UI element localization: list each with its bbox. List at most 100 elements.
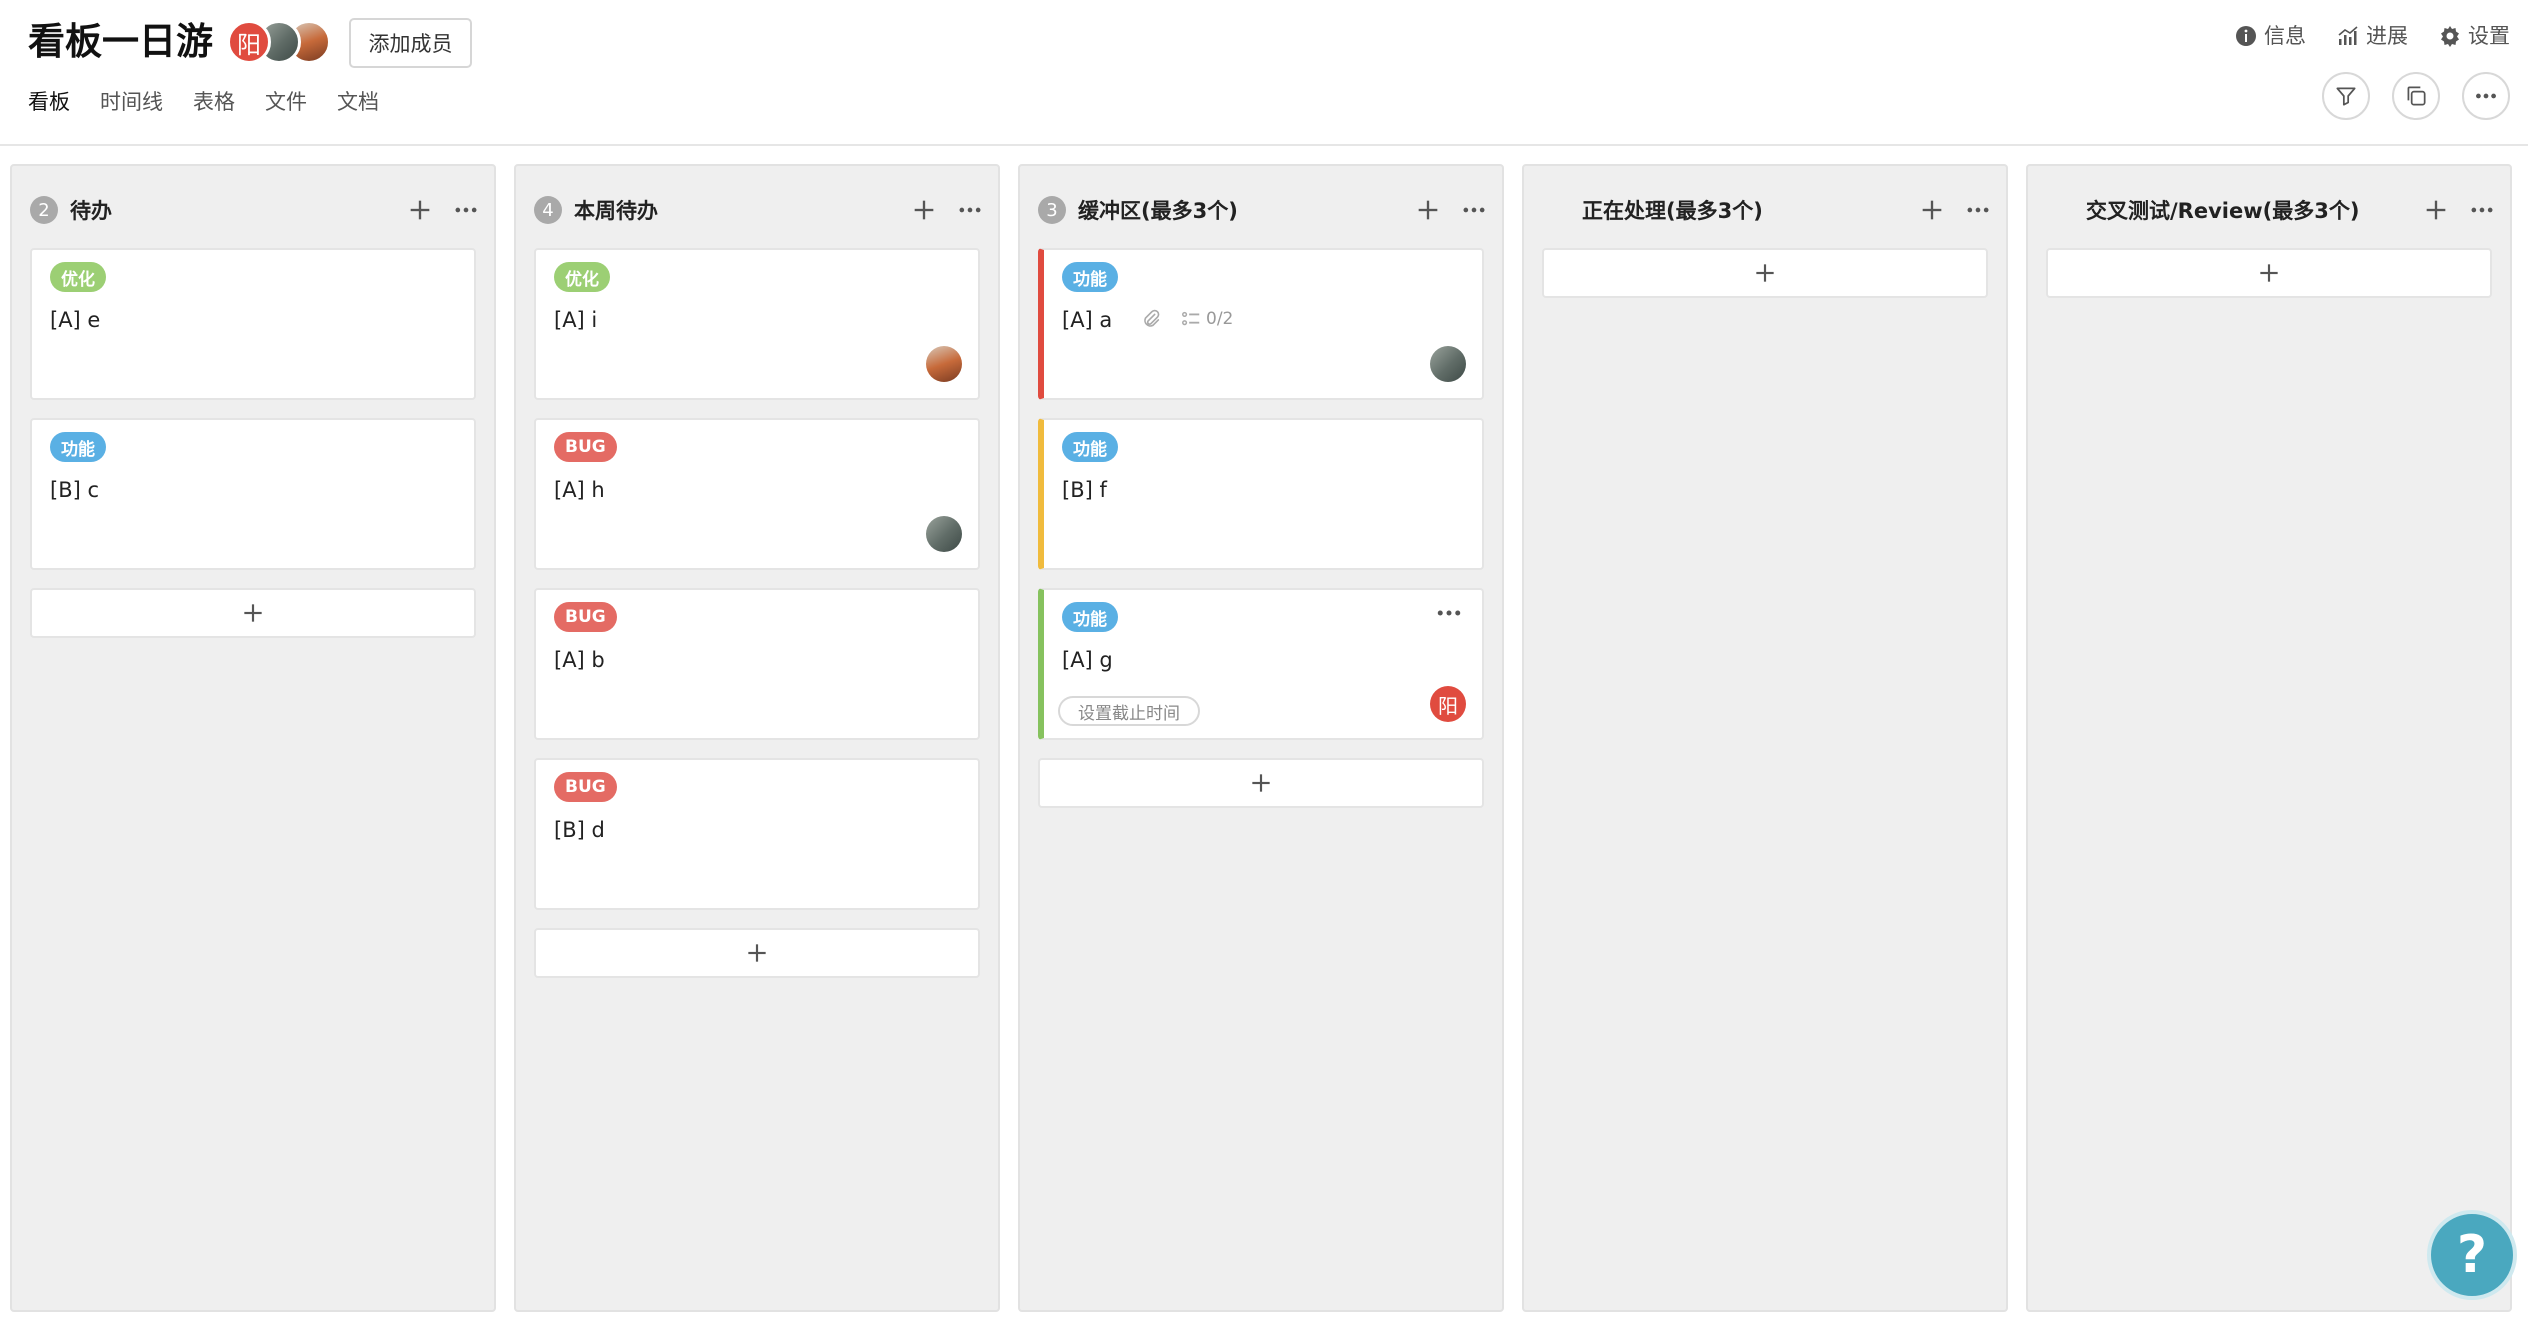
- avatar[interactable]: [926, 346, 962, 382]
- column-header: 4 本周待办: [534, 192, 984, 228]
- settings-link[interactable]: 设置: [2438, 20, 2510, 52]
- kanban-board: 2 待办 优化 [A] e 功能 [B] c 4 本周待办 优化 [A] i B…: [10, 164, 2518, 1312]
- tab-files[interactable]: 文件: [265, 86, 307, 118]
- more-icon[interactable]: [1434, 598, 1464, 628]
- add-card-button[interactable]: [30, 588, 476, 638]
- column-count-badge: 4: [534, 196, 562, 224]
- add-member-button[interactable]: 添加成员: [349, 18, 472, 68]
- set-due-date-button[interactable]: 设置截止时间: [1058, 696, 1200, 726]
- info-label: 信息: [2264, 24, 2306, 48]
- progress-label: 进展: [2366, 24, 2408, 48]
- avatar[interactable]: [926, 516, 962, 552]
- task-card[interactable]: 功能 [A] a 0/2: [1038, 248, 1484, 400]
- plus-icon: [244, 604, 262, 622]
- column-actions: [1414, 196, 1488, 224]
- column-actions: [1918, 196, 1992, 224]
- more-icon[interactable]: [956, 196, 984, 224]
- paperclip-icon: [1144, 309, 1160, 327]
- help-button[interactable]: ?: [2427, 1210, 2517, 1300]
- add-card-button[interactable]: [1542, 248, 1988, 298]
- card-title: [A] g: [1062, 648, 1113, 672]
- column-count-badge: 3: [1038, 196, 1066, 224]
- column-in-progress: 正在处理(最多3个): [1522, 164, 2008, 1312]
- task-card[interactable]: 功能 [A] g 设置截止时间 阳: [1038, 588, 1484, 740]
- card-title: [A] a: [1062, 308, 1113, 332]
- view-tabs: 看板 时间线 表格 文件 文档: [28, 86, 379, 118]
- board-header: 看板一日游 阳 添加成员 看板 时间线 表格 文件 文档 信息 进展 设置: [0, 0, 2528, 146]
- plus-icon[interactable]: [406, 196, 434, 224]
- task-card[interactable]: 功能 [B] c: [30, 418, 476, 570]
- column-actions: [2422, 196, 2496, 224]
- column-todo: 2 待办 优化 [A] e 功能 [B] c: [10, 164, 496, 1312]
- column-this-week: 4 本周待办 优化 [A] i BUG [A] h BUG [A] b BUG …: [514, 164, 1000, 1312]
- filter-button[interactable]: [2322, 72, 2370, 120]
- task-card[interactable]: BUG [A] h: [534, 418, 980, 570]
- tag-feature: 功能: [50, 432, 106, 462]
- tab-kanban[interactable]: 看板: [28, 86, 70, 118]
- tab-docs[interactable]: 文档: [337, 86, 379, 118]
- task-card[interactable]: 优化 [A] e: [30, 248, 476, 400]
- toolbar: [2322, 72, 2510, 120]
- more-icon: [2476, 93, 2496, 99]
- more-button[interactable]: [2462, 72, 2510, 120]
- tag-feature: 功能: [1062, 262, 1118, 292]
- column-header: 交叉测试/Review(最多3个): [2086, 192, 2496, 228]
- card-title: [A] i: [554, 308, 598, 332]
- tag-bug: BUG: [554, 772, 617, 802]
- column-title: 交叉测试/Review(最多3个): [2086, 199, 2360, 223]
- tab-table[interactable]: 表格: [193, 86, 235, 118]
- top-links: 信息 进展 设置: [2234, 20, 2510, 52]
- checklist-count: 0/2: [1206, 309, 1234, 329]
- column-header: 2 待办: [30, 192, 480, 228]
- copy-icon: [2407, 86, 2426, 106]
- column-title: 本周待办: [574, 199, 658, 223]
- card-title: [A] b: [554, 648, 605, 672]
- plus-icon: [1252, 774, 1270, 792]
- column-header: 3 缓冲区(最多3个): [1038, 192, 1488, 228]
- more-icon[interactable]: [452, 196, 480, 224]
- column-title: 缓冲区(最多3个): [1078, 199, 1238, 223]
- plus-icon[interactable]: [1414, 196, 1442, 224]
- copy-button[interactable]: [2392, 72, 2440, 120]
- more-icon[interactable]: [1964, 196, 1992, 224]
- column-title: 待办: [70, 199, 112, 223]
- column-review: 交叉测试/Review(最多3个): [2026, 164, 2512, 1312]
- column-actions: [910, 196, 984, 224]
- tab-timeline[interactable]: 时间线: [100, 86, 163, 118]
- filter-icon: [2336, 87, 2356, 106]
- task-card[interactable]: BUG [A] b: [534, 588, 980, 740]
- plus-icon: [748, 944, 766, 962]
- chart-icon: [2338, 26, 2358, 45]
- avatar[interactable]: [1430, 346, 1466, 382]
- task-card[interactable]: BUG [B] d: [534, 758, 980, 910]
- avatar[interactable]: 阳: [1430, 686, 1466, 722]
- column-count-badge: 2: [30, 196, 58, 224]
- add-card-button[interactable]: [534, 928, 980, 978]
- progress-link[interactable]: 进展: [2336, 20, 2408, 52]
- more-icon[interactable]: [2468, 196, 2496, 224]
- tag-bug: BUG: [554, 602, 617, 632]
- column-actions: [406, 196, 480, 224]
- info-link[interactable]: 信息: [2234, 20, 2306, 52]
- tag-optimize: 优化: [554, 262, 610, 292]
- task-card[interactable]: 功能 [B] f: [1038, 418, 1484, 570]
- board-title: 看板一日游: [28, 20, 213, 63]
- add-card-button[interactable]: [1038, 758, 1484, 808]
- plus-icon[interactable]: [2422, 196, 2450, 224]
- task-card[interactable]: 优化 [A] i: [534, 248, 980, 400]
- gear-icon: [2441, 26, 2459, 47]
- card-title: [A] e: [50, 308, 101, 332]
- tag-feature: 功能: [1062, 432, 1118, 462]
- info-icon: [2236, 26, 2256, 46]
- card-meta: 0/2: [1140, 308, 1233, 330]
- plus-icon[interactable]: [910, 196, 938, 224]
- plus-icon: [2260, 264, 2278, 282]
- column-title: 正在处理(最多3个): [1582, 199, 1763, 223]
- tag-bug: BUG: [554, 432, 617, 462]
- plus-icon[interactable]: [1918, 196, 1946, 224]
- settings-label: 设置: [2468, 24, 2510, 48]
- tag-optimize: 优化: [50, 262, 106, 292]
- add-card-button[interactable]: [2046, 248, 2492, 298]
- avatar[interactable]: 阳: [227, 20, 271, 64]
- more-icon[interactable]: [1460, 196, 1488, 224]
